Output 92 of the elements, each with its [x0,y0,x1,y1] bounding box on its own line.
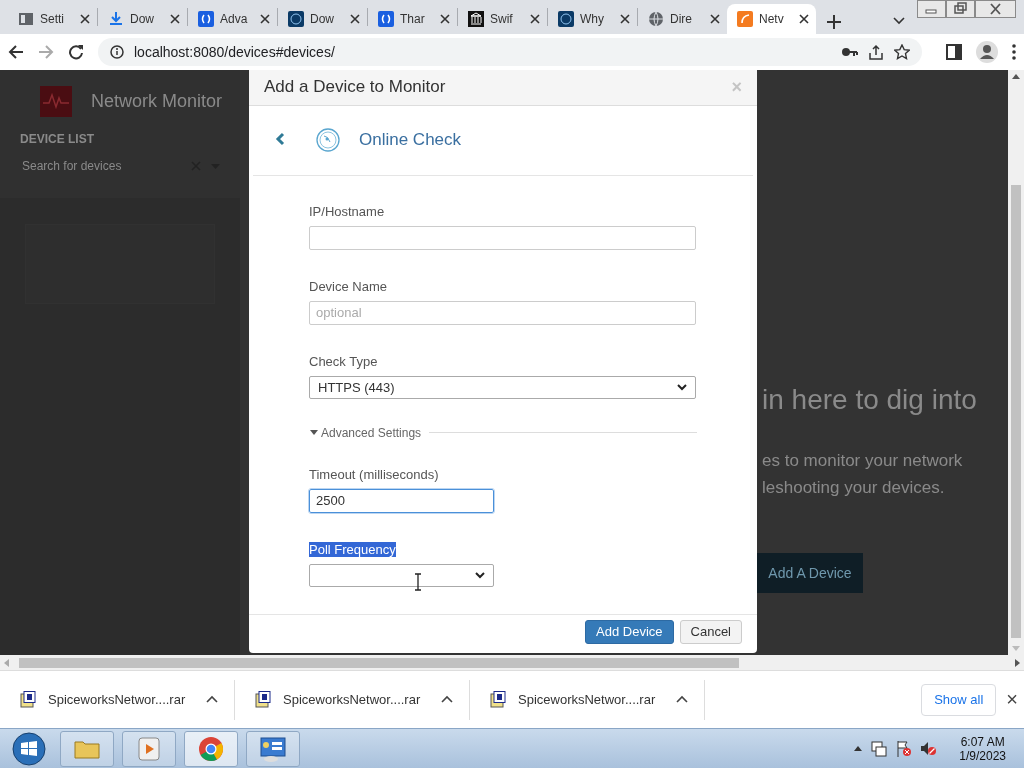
browser-tab[interactable]: Dow [278,4,367,34]
chevron-up-icon[interactable] [206,695,218,704]
dialog-title: Add a Device to Monitor [264,77,446,98]
chevron-down-icon[interactable] [677,383,687,391]
chevron-down-icon[interactable] [892,14,906,26]
show-all-button[interactable]: Show all [921,683,997,716]
add-device-button[interactable]: Add A Device [757,553,863,593]
field-label: Device Name [309,278,388,294]
close-icon[interactable] [619,13,631,25]
browser-tab[interactable]: Why [548,4,637,34]
chevron-down-icon[interactable] [475,571,485,579]
star-icon[interactable] [894,44,910,60]
cancel-button[interactable]: Cancel [679,619,742,644]
app-icon [737,11,753,27]
bank-icon [468,11,484,27]
text-cursor-icon [414,573,422,591]
download-icon [108,11,124,27]
bracket-icon [378,11,394,27]
page-icon [18,11,34,27]
advanced-settings-toggle[interactable]: Advanced Settings [309,425,422,440]
restore-icon[interactable] [946,0,975,18]
close-button[interactable]: × [1006,688,1018,711]
close-icon[interactable] [529,13,541,25]
close-icon[interactable] [798,13,810,25]
scroll-right-icon[interactable] [1015,658,1020,667]
check-type-title: Online Check [359,130,462,150]
text-input-field[interactable]: 2500 [309,488,494,513]
minimize-icon[interactable] [917,0,946,18]
address-bar[interactable]: localhost:8080/devices#devices/ [98,38,922,66]
browser-tab[interactable]: Dire [638,4,727,34]
field-label: Check Type [309,353,378,369]
browser-tab[interactable]: Dow [98,4,187,34]
archive-file-icon [490,691,506,708]
caret-down-icon [309,428,319,437]
globe-icon [558,11,574,27]
field-label: Timeout (milliseconds) [309,466,439,482]
close-icon[interactable] [349,13,361,25]
radar-icon [316,128,340,152]
start-button-icon[interactable] [12,731,46,766]
dropdown-field[interactable] [309,563,494,587]
headline: in here to dig into [762,384,977,416]
back-button[interactable] [274,132,286,148]
action-center-flag-icon[interactable] [895,740,913,757]
close-icon[interactable] [975,0,1016,18]
profile-avatar-icon[interactable] [976,41,998,63]
globe-icon [648,11,664,27]
text-input-field[interactable] [309,225,696,250]
browser-tab[interactable]: Setti [8,4,97,34]
description-text: leshooting your devices. [762,478,945,498]
menu-icon[interactable] [1012,44,1016,60]
download-item[interactable]: SpiceworksNetwor....rar [235,679,470,720]
close-icon[interactable] [259,13,271,25]
close-icon[interactable] [79,13,91,25]
add-device-button[interactable]: Add Device [585,619,674,644]
browser-tab[interactable]: Thar [368,4,457,34]
horizontal-scrollbar[interactable] [0,655,1024,670]
clock-date: 1/9/2023 [959,748,1006,763]
browser-tab[interactable]: Netv [727,4,816,34]
reload-icon[interactable] [68,44,84,60]
field-label: Poll Frequency [309,541,396,557]
scroll-up-icon[interactable] [1012,74,1020,79]
section-heading: DEVICE LIST [20,132,95,146]
text-input-field[interactable]: optional [309,300,696,325]
description-text: es to monitor your network [762,451,963,471]
app-logo-icon [40,85,72,117]
dropdown-field[interactable]: HTTPS (443) [309,375,696,399]
clock-time: 6:07 AM [960,734,1005,749]
browser-tab[interactable]: Adva [188,4,277,34]
new-tab-icon[interactable] [826,14,842,30]
globe-icon [288,11,304,27]
share-icon[interactable] [868,44,884,60]
field-label: IP/Hostname [309,203,385,219]
chevron-up-icon[interactable] [441,695,453,704]
app-title: Network Monitor [91,90,223,112]
archive-file-icon [255,691,271,708]
search-field[interactable]: Search for devices [20,158,181,174]
download-item[interactable]: SpiceworksNetwor....rar [0,679,235,720]
side-panel-icon[interactable] [946,44,962,60]
download-item[interactable]: SpiceworksNetwor....rar [470,679,705,720]
show-hidden-icons-icon[interactable] [854,746,863,751]
network-icon[interactable] [870,740,888,757]
vertical-scrollbar[interactable] [1008,70,1024,655]
close-icon[interactable] [439,13,451,25]
speaker-muted-icon[interactable] [920,740,938,757]
back-arrow-icon[interactable] [8,44,24,60]
archive-file-icon [20,691,36,708]
chevron-up-icon[interactable] [676,695,688,704]
close-icon[interactable] [169,13,181,25]
close-icon[interactable] [709,13,721,25]
info-icon[interactable] [110,45,124,59]
browser-tab[interactable]: Swif [458,4,547,34]
bracket-icon [198,11,214,27]
